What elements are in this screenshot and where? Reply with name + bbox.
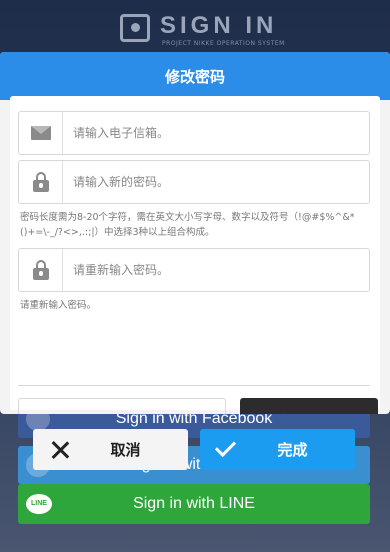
confirm-password-hint: 请重新输入密码。: [20, 300, 97, 311]
password-rule-hint: 密码长度需为8-20个字符，需在英文大小写字母、数字以及符号（!@#$%^&*(…: [20, 212, 355, 238]
lock-icon: [19, 249, 63, 291]
cancel-label: 取消: [110, 441, 141, 459]
verification-code-input[interactable]: [19, 399, 225, 414]
new-password-field[interactable]: [18, 160, 370, 204]
line-signin-button[interactable]: LINE Sign in with LINE: [18, 484, 370, 524]
line-icon: LINE: [26, 494, 52, 514]
sign-in-logo: SIGN IN PROJECT NIKKE OPERATION SYSTEM: [0, 8, 390, 48]
divider: [18, 385, 370, 386]
lock-icon: [19, 161, 63, 203]
logo-subtitle: PROJECT NIKKE OPERATION SYSTEM: [162, 40, 285, 47]
logo-title: SIGN IN: [160, 12, 278, 39]
line-icon-text: LINE: [31, 500, 47, 507]
line-signin-label: Sign in with LINE: [133, 495, 255, 512]
password-form: 密码长度需为8-20个字符，需在英文大小写字母、数字以及符号（!@#$%^&*(…: [10, 96, 380, 414]
confirm-button[interactable]: 完成: [200, 429, 355, 470]
cancel-button[interactable]: 取消: [33, 429, 188, 470]
dialog-title: 修改密码: [0, 52, 390, 100]
confirm-label: 完成: [277, 441, 308, 459]
email-input[interactable]: [63, 125, 365, 141]
eye-logo-icon: [120, 14, 150, 42]
change-password-dialog: 修改密码 密码长度需为8-20个字符，需在英文大小写字母、数字以及符号（!@#$…: [0, 52, 390, 414]
email-field[interactable]: [18, 111, 370, 155]
mail-icon: [19, 112, 63, 154]
send-code-button[interactable]: 发送验证码: [240, 398, 378, 414]
confirm-password-field[interactable]: [18, 248, 370, 292]
verification-code-field[interactable]: [18, 398, 226, 414]
new-password-input[interactable]: [63, 174, 365, 190]
confirm-password-input[interactable]: [63, 262, 365, 278]
